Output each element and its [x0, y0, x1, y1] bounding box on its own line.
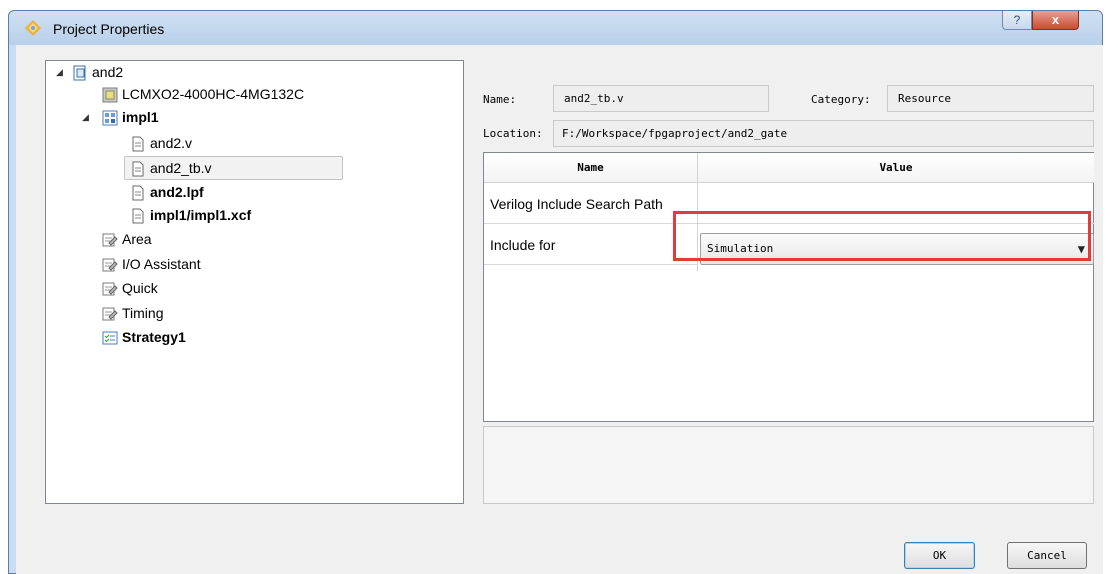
file-icon [132, 185, 144, 201]
dialog-title: Project Properties [53, 21, 165, 37]
tree-item-label: Area [122, 231, 152, 247]
name-label: Name: [483, 93, 517, 106]
help-button[interactable]: ? [1002, 11, 1032, 30]
column-header-value[interactable]: Value [698, 153, 1094, 183]
strategy-icon [102, 307, 118, 321]
tree-item-file[interactable]: and2.v [130, 132, 192, 154]
active-strategy-icon [102, 331, 118, 345]
chip-icon [102, 87, 118, 103]
tree-item-label: Quick [122, 280, 158, 296]
tree-item-label: and2.v [150, 135, 193, 151]
tree-item-label: I/O Assistant [122, 256, 201, 272]
tree-item-strategy[interactable]: Quick [102, 277, 158, 299]
project-tree[interactable]: ◢ and2 LCMXO2-4000HC-4MG132C ◢ impl1 and… [45, 60, 464, 504]
implementation-icon [102, 110, 118, 126]
tree-item-strategy[interactable]: Area [102, 228, 152, 250]
category-field: Resource [887, 85, 1094, 112]
cancel-button[interactable]: Cancel [1007, 542, 1087, 569]
strategy-icon [102, 258, 118, 272]
tree-item-file[interactable]: impl1/impl1.xcf [130, 204, 251, 226]
tree-item-file[interactable]: and2.lpf [130, 181, 204, 203]
tree-item-label: Timing [122, 305, 164, 321]
project-icon [73, 65, 86, 81]
tree-item-label: Strategy1 [122, 329, 186, 345]
highlight-annotation-box [673, 211, 1091, 261]
location-field: F:/Workspace/fpgaproject/and2_gate [553, 120, 1094, 147]
tree-item-strategy[interactable]: I/O Assistant [102, 253, 201, 275]
tree-item-root[interactable]: and2 [72, 61, 123, 83]
location-label: Location: [483, 127, 543, 140]
tree-item-device[interactable]: LCMXO2-4000HC-4MG132C [102, 83, 304, 105]
file-icon [132, 161, 144, 177]
file-icon [132, 136, 144, 152]
tree-item-label: impl1/impl1.xcf [150, 207, 252, 223]
tree-item-label: LCMXO2-4000HC-4MG132C [122, 86, 305, 102]
name-field: and2_tb.v [553, 85, 769, 112]
expand-arrow-icon[interactable]: ◢ [82, 112, 89, 123]
property-grid[interactable]: Name Value Verilog Include Search Path I… [483, 152, 1094, 422]
app-icon [25, 20, 41, 36]
property-name-cell[interactable]: Include for [484, 225, 697, 265]
tree-item-label: and2_tb.v [150, 160, 212, 176]
expand-arrow-icon[interactable]: ◢ [56, 67, 63, 78]
tree-item-file-selected[interactable]: and2_tb.v [130, 157, 212, 179]
title-bar[interactable]: Project Properties ? x [9, 11, 1102, 45]
tree-item-strategy[interactable]: Timing [102, 302, 164, 324]
tree-item-label: and2.lpf [150, 184, 204, 200]
category-label: Category: [811, 93, 871, 106]
tree-item-impl[interactable]: impl1 [102, 106, 159, 128]
dialog-body: ◢ and2 LCMXO2-4000HC-4MG132C ◢ impl1 and… [16, 45, 1103, 574]
tree-item-label: impl1 [122, 109, 159, 125]
property-name-cell[interactable]: Verilog Include Search Path [484, 184, 697, 224]
column-header-name[interactable]: Name [484, 153, 697, 183]
description-panel [483, 426, 1094, 504]
strategy-icon [102, 233, 118, 247]
project-properties-dialog: Project Properties ? x ◢ and2 LCMXO2-400… [8, 10, 1103, 574]
close-button[interactable]: x [1032, 11, 1079, 30]
file-icon [132, 208, 144, 224]
strategy-icon [102, 282, 118, 296]
tree-item-strategy-active[interactable]: Strategy1 [102, 326, 186, 348]
ok-button[interactable]: OK [904, 542, 975, 569]
tree-item-label: and2 [92, 64, 124, 80]
